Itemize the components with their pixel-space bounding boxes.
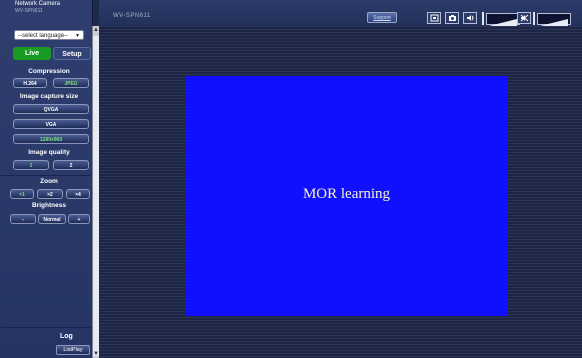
toolbar-divider: [533, 12, 535, 25]
h264-button[interactable]: H.264: [13, 78, 47, 88]
quality-2-button[interactable]: 2: [53, 160, 89, 170]
brand-model: WV-SPN611: [15, 8, 43, 14]
mute-icon[interactable]: [517, 12, 531, 24]
listplay-button[interactable]: ListPlay: [56, 345, 90, 355]
divider: [1, 175, 91, 176]
hd-button[interactable]: 1280x960: [13, 134, 89, 144]
speaker-icon[interactable]: [463, 12, 477, 24]
brightness-plus-button[interactable]: +: [68, 214, 90, 224]
brightness-normal-button[interactable]: Normal: [38, 214, 66, 224]
camera-snapshot-icon[interactable]: [445, 12, 459, 24]
fullscreen-icon[interactable]: [427, 12, 441, 24]
zoom-x2-button[interactable]: ×2: [37, 189, 63, 199]
speaker-volume-icon[interactable]: [537, 13, 571, 26]
brightness-title: Brightness: [32, 202, 66, 209]
log-title: Log: [60, 333, 73, 340]
quality-1-button[interactable]: 1: [13, 160, 49, 170]
toolbar-divider: [482, 12, 484, 25]
compression-title: Compression: [28, 68, 70, 75]
chevron-down-icon: ▼: [75, 33, 80, 39]
zoom-x1-button[interactable]: ×1: [10, 189, 34, 199]
microphone-volume-icon[interactable]: [486, 13, 520, 26]
language-select-value: --select language--: [18, 33, 69, 39]
vga-button[interactable]: VGA: [13, 119, 89, 129]
model-title: WV-SPN611: [113, 13, 151, 19]
support-button[interactable]: Support: [367, 12, 397, 23]
sidebar: Network Camera WV-SPN611 --select langua…: [0, 0, 93, 358]
tab-live[interactable]: Live: [13, 47, 51, 60]
divider: [1, 327, 91, 328]
language-select[interactable]: --select language-- ▼: [14, 30, 84, 40]
video-caption: MOR learning: [302, 186, 391, 202]
zoom-title: Zoom: [40, 178, 58, 185]
sidebar-scrollbar[interactable]: ▲ ▼: [92, 26, 99, 358]
tab-setup[interactable]: Setup: [53, 47, 91, 60]
zoom-x4-button[interactable]: ×4: [66, 189, 90, 199]
capture-size-title: Image capture size: [19, 93, 79, 100]
brand-block: Network Camera WV-SPN611: [15, 1, 90, 15]
jpeg-button[interactable]: JPEG: [53, 78, 89, 88]
qvga-button[interactable]: QVGA: [13, 104, 89, 114]
brightness-minus-button[interactable]: -: [10, 214, 36, 224]
brand-vendor: Network Camera: [15, 1, 61, 7]
quality-title: Image quality: [28, 149, 70, 156]
